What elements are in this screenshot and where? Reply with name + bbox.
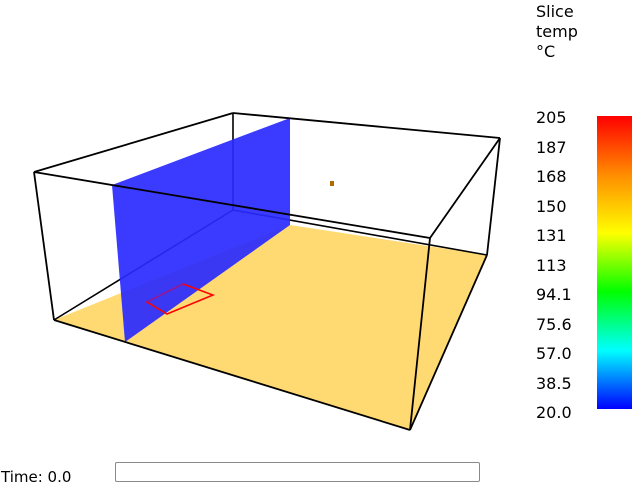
colorbar-tick-label: 57.0 <box>536 344 572 363</box>
colorbar-tick-label: 94.1 <box>536 285 572 304</box>
colorbar-tick-label: 168 <box>536 167 567 186</box>
colorbar-tick-label: 38.5 <box>536 374 572 393</box>
colorbar-title-line-3: °C <box>536 42 556 61</box>
time-readout: Time: 0.0 <box>1 468 71 486</box>
colorbar-gradient <box>597 116 632 409</box>
colorbar-tick-label: 20.0 <box>536 403 572 422</box>
colorbar-tick-label: 113 <box>536 256 567 275</box>
time-label: Time: <box>1 468 43 486</box>
colorbar-tick-label: 131 <box>536 226 567 245</box>
time-value: 0.0 <box>47 468 72 486</box>
colorbar-title-line-2: temp <box>536 22 578 41</box>
colorbar-tick-label: 205 <box>536 108 567 127</box>
sensor-marker-icon <box>330 181 334 186</box>
colorbar-tick-label: 75.6 <box>536 315 572 334</box>
colorbar-tick-label: 187 <box>536 138 567 157</box>
colorbar-tick-label: 150 <box>536 197 567 216</box>
colorbar-title-line-1: Slice <box>536 2 574 21</box>
time-slider[interactable] <box>115 462 480 482</box>
